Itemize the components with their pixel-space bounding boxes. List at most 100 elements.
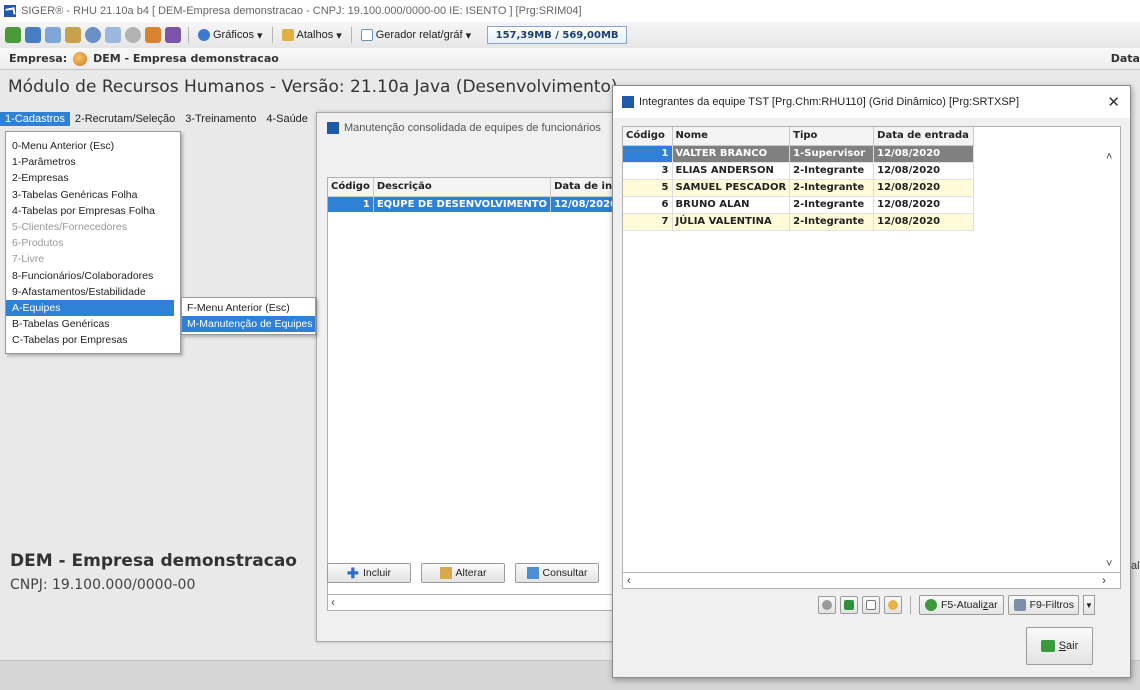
cell-descricao: EQUPE DE DESENVOLVIMENTO	[373, 196, 552, 212]
incluir-button[interactable]: ✚ Incluir	[327, 563, 411, 583]
book-icon[interactable]	[165, 27, 181, 43]
settings-icon[interactable]	[85, 27, 101, 43]
menu-item-afastamentos[interactable]: 9-Afastamentos/Estabilidade	[6, 284, 180, 300]
close-icon[interactable]: ✕	[1107, 93, 1120, 111]
consultar-button[interactable]: Consultar	[515, 563, 599, 583]
title-bar: SIGER® - RHU 21.10a b4 [ DEM-Empresa dem…	[0, 0, 1140, 22]
menu-item-tabelas-empresas[interactable]: C-Tabelas por Empresas	[6, 332, 180, 348]
table-row[interactable]: 1 EQUPE DE DESENVOLVIMENTO 12/08/2020	[328, 196, 616, 212]
refresh-icon	[925, 599, 937, 611]
export-excel-button[interactable]	[840, 596, 858, 614]
tree-icon[interactable]	[65, 27, 81, 43]
column-header-codigo[interactable]: Código	[328, 178, 374, 197]
cell-codigo: 3	[623, 162, 673, 180]
column-header-codigo[interactable]: Código	[623, 127, 673, 146]
table-row[interactable]: 7 JÚLIA VALENTINA 2-Integrante 12/08/202…	[623, 213, 975, 231]
menu-treinamento[interactable]: 3-Treinamento	[180, 112, 261, 126]
menu-item-produtos: 6-Produtos	[12, 237, 64, 250]
menu-item-empresas[interactable]: 2-Empresas	[6, 170, 180, 186]
vertical-scrollbar[interactable]: ˄ ˅	[1104, 147, 1118, 574]
cell-nome: ELIAS ANDERSON	[672, 162, 791, 180]
equipes-grid[interactable]: Código Descrição Data de iníci 1 EQUPE D…	[327, 177, 617, 595]
scroll-left-icon[interactable]: ‹	[627, 573, 631, 587]
filtros-button[interactable]: F9-Filtros	[1007, 595, 1079, 615]
cell-codigo: 7	[623, 213, 673, 231]
menu-cadastros[interactable]: 1-Cadastros	[0, 112, 70, 126]
chart-icon	[198, 29, 210, 41]
plus-icon: ✚	[346, 565, 359, 581]
gerador-label: Gerador relat/gráf	[375, 29, 463, 41]
company-name: DEM - Empresa demonstracao	[10, 551, 297, 571]
submenu-item-menu-anterior[interactable]: F-Menu Anterior (Esc)	[182, 300, 315, 316]
gerador-menu[interactable]: Gerador relat/gráf ▾	[359, 29, 473, 42]
calculator-icon[interactable]	[25, 27, 41, 43]
cell-tipo: 2-Integrante	[789, 196, 875, 214]
toolbar-separator	[350, 27, 352, 43]
cell-data: 12/08/2020	[873, 213, 975, 231]
submenu-item-manutencao-equipes[interactable]: M-Manutenção de Equipes	[182, 316, 315, 332]
exit-icon[interactable]	[5, 27, 21, 43]
eye-icon	[822, 600, 832, 610]
table-row[interactable]: 3 ELIAS ANDERSON 2-Integrante 12/08/2020	[623, 162, 975, 180]
app-icon	[4, 5, 16, 17]
company-icon	[73, 51, 88, 66]
filtros-label: F9-Filtros	[1029, 599, 1074, 611]
menu-saude[interactable]: 4-Saúde	[261, 112, 313, 126]
scroll-down-icon[interactable]: ˅	[1106, 558, 1112, 570]
horizontal-scrollbar[interactable]: ‹	[327, 595, 617, 611]
menu-item-tabelas-empresas-folha[interactable]: 4-Tabelas por Empresas Folha	[6, 203, 180, 219]
excel-icon	[844, 600, 854, 610]
filtros-dropdown-arrow-icon[interactable]: ▼	[1082, 595, 1095, 615]
scroll-left-icon[interactable]: ‹	[331, 595, 335, 609]
menu-item-tabelas-genericas-folha[interactable]: 3-Tabelas Genéricas Folha	[6, 187, 180, 203]
company-cnpj: CNPJ: 19.100.000/0000-00	[10, 577, 196, 593]
palette-icon	[888, 600, 898, 610]
menu-item-tabelas-genericas[interactable]: B-Tabelas Genéricas	[6, 316, 180, 332]
scroll-right-icon[interactable]: ›	[1102, 573, 1106, 587]
cadastros-dropdown: 0-Menu Anterior (Esc) 1-Parâmetros 2-Emp…	[5, 131, 181, 354]
help-icon[interactable]	[45, 27, 61, 43]
column-header-data-entrada[interactable]: Data de entrada	[873, 127, 975, 146]
memory-indicator[interactable]: 157,39MB / 569,00MB	[487, 26, 628, 44]
users-icon[interactable]	[145, 27, 161, 43]
dialog-title: Integrantes da equipe TST [Prg.Chm:RHU11…	[639, 96, 1020, 108]
menu-item-equipes[interactable]: A-Equipes	[6, 299, 174, 317]
window-icon	[327, 122, 339, 134]
empresa-bar: Empresa: DEM - Empresa demonstracao Data	[0, 48, 1140, 70]
color-button[interactable]	[884, 596, 902, 614]
column-header-tipo[interactable]: Tipo	[789, 127, 875, 146]
empresa-value: DEM - Empresa demonstracao	[93, 52, 279, 65]
graficos-menu[interactable]: Gráficos ▾	[196, 29, 265, 42]
dialog-title-bar: Integrantes da equipe TST [Prg.Chm:RHU11…	[613, 86, 1130, 118]
manutencao-buttons: ✚ Incluir Alterar Consultar	[327, 563, 599, 583]
column-header-descricao[interactable]: Descrição	[373, 178, 552, 197]
document-button[interactable]	[862, 596, 880, 614]
menu-item-menu-anterior[interactable]: 0-Menu Anterior (Esc)	[6, 138, 180, 154]
report-icon	[360, 29, 373, 41]
exit-icon	[1040, 640, 1055, 652]
atualizar-button[interactable]: F5-Atualizar	[919, 595, 1004, 615]
atalhos-menu[interactable]: Atalhos ▾	[280, 29, 344, 42]
integrantes-grid[interactable]: Código Nome Tipo Data de entrada 1 VALTE…	[622, 126, 1121, 573]
cell-codigo: 1	[623, 145, 673, 163]
edit-icon	[439, 567, 452, 579]
chat-icon[interactable]	[125, 27, 141, 43]
menu-item-parametros[interactable]: 1-Parâmetros	[6, 154, 180, 170]
search-icon	[526, 567, 539, 579]
column-header-data-inicio[interactable]: Data de iníci	[550, 178, 616, 197]
menu-recrutamento[interactable]: 2-Recrutam/Seleção	[70, 112, 180, 126]
table-row[interactable]: 5 SAMUEL PESCADOR 2-Integrante 12/08/202…	[623, 179, 975, 197]
menu-item-funcionarios[interactable]: 8-Funcionários/Colaboradores	[6, 268, 180, 284]
sair-label-mnemonic: S	[1058, 640, 1067, 652]
table-row[interactable]: 1 VALTER BRANCO 1-Supervisor 12/08/2020	[623, 145, 975, 163]
alterar-button[interactable]: Alterar	[421, 563, 505, 583]
scroll-up-icon[interactable]: ˄	[1106, 151, 1112, 163]
mail-icon[interactable]	[105, 27, 121, 43]
table-row[interactable]: 6 BRUNO ALAN 2-Integrante 12/08/2020	[623, 196, 975, 214]
view-button[interactable]	[818, 596, 836, 614]
horizontal-scrollbar[interactable]: ‹ ›	[622, 573, 1121, 589]
column-header-nome[interactable]: Nome	[672, 127, 791, 146]
menu-bar: 1-Cadastros 2-Recrutam/Seleção 3-Treinam…	[0, 110, 330, 128]
date-label: Data	[1110, 52, 1140, 65]
sair-button[interactable]: Sair	[1026, 627, 1093, 665]
